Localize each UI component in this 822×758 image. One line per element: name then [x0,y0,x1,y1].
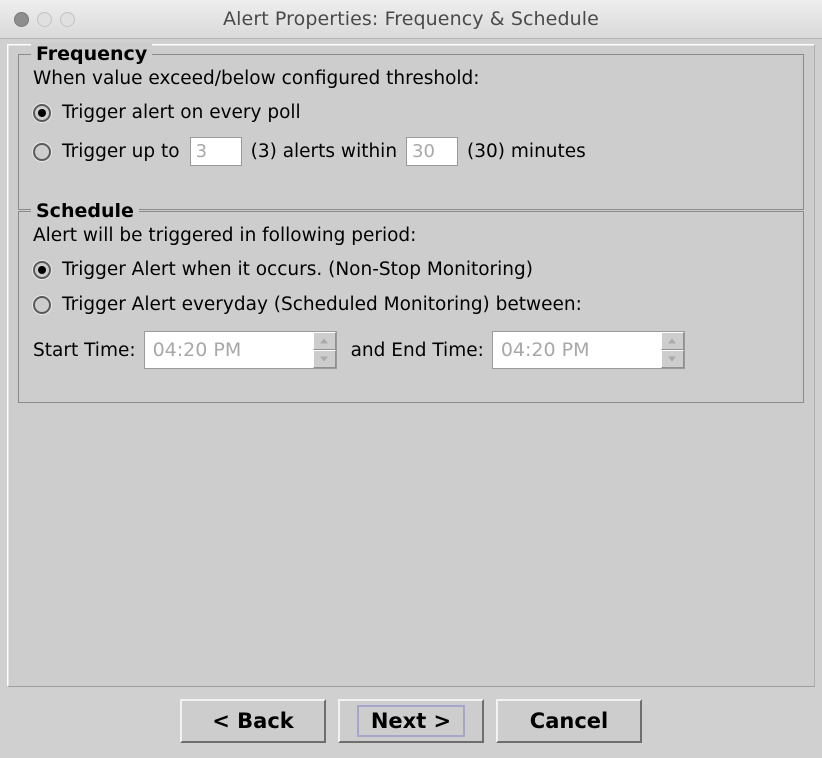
title-bar: Alert Properties: Frequency & Schedule [0,0,822,39]
schedule-group-legend: Schedule [31,200,139,222]
frequency-group-body: When value exceed/below configured thres… [19,55,803,176]
radio-scheduled-label: Trigger Alert everyday (Scheduled Monito… [62,294,582,315]
dialog-window: Alert Properties: Frequency & Schedule F… [0,0,822,758]
end-time-spinner-buttons [660,332,684,368]
start-time-label: Start Time: [33,339,136,361]
dialog-content-panel: Frequency When value exceed/below config… [7,43,815,687]
end-time-decrement-icon[interactable] [660,350,684,368]
radio-row-non-stop[interactable]: Trigger Alert when it occurs. (Non-Stop … [33,259,791,280]
radio-trigger-up-to[interactable] [33,142,51,161]
dialog-button-bar: < Back Next > Cancel [0,687,822,758]
end-time-label: and End Time: [350,339,484,361]
back-button[interactable]: < Back [180,698,326,743]
radio-row-scheduled[interactable]: Trigger Alert everyday (Scheduled Monito… [33,294,791,315]
start-time-spinner-buttons [312,332,336,368]
alert-minutes-input[interactable] [406,137,459,166]
radio-non-stop-monitoring[interactable] [33,260,51,279]
page-title: Alert Properties: Frequency & Schedule [223,8,599,30]
minimize-button-icon[interactable] [37,11,52,27]
back-button-label: < Back [212,708,294,733]
radio-row-trigger-up-to[interactable]: Trigger up to (3) alerts within (30) min… [33,137,791,166]
radio-row-every-poll[interactable]: Trigger alert on every poll [33,102,791,123]
radio-every-poll-label: Trigger alert on every poll [62,102,301,123]
start-time-value[interactable]: 04:20 PM [144,332,313,368]
next-button-label: Next > [356,704,466,737]
time-range-row: Start Time: 04:20 PM and End Time: 04:20… [33,331,791,369]
radio-non-stop-label: Trigger Alert when it occurs. (Non-Stop … [62,259,533,280]
end-time-increment-icon[interactable] [660,332,684,350]
maximize-button-icon[interactable] [60,11,75,27]
next-button[interactable]: Next > [338,698,484,743]
schedule-prompt: Alert will be triggered in following per… [33,225,417,246]
end-time-spinner[interactable]: 04:20 PM [491,331,685,369]
schedule-group: Schedule Alert will be triggered in foll… [18,200,804,403]
radio-scheduled-monitoring[interactable] [33,295,51,314]
start-time-spinner[interactable]: 04:20 PM [143,331,337,369]
radio-every-poll[interactable] [33,103,51,122]
schedule-group-body: Alert will be triggered in following per… [19,212,803,379]
alert-count-input[interactable] [189,137,242,166]
end-time-value[interactable]: 04:20 PM [492,332,661,368]
start-time-decrement-icon[interactable] [312,350,336,368]
radio-trigger-up-to-label: Trigger up to [62,141,180,162]
alert-count-hint: (3) alerts within [250,141,398,162]
frequency-group-legend: Frequency [31,43,153,65]
frequency-group: Frequency When value exceed/below config… [18,43,804,210]
cancel-button-label: Cancel [529,708,609,733]
close-button-icon[interactable] [14,11,29,27]
start-time-increment-icon[interactable] [312,332,336,350]
cancel-button[interactable]: Cancel [496,698,642,743]
window-controls [14,0,75,38]
frequency-prompt: When value exceed/below configured thres… [33,68,480,89]
alert-minutes-hint: (30) minutes [467,141,586,162]
